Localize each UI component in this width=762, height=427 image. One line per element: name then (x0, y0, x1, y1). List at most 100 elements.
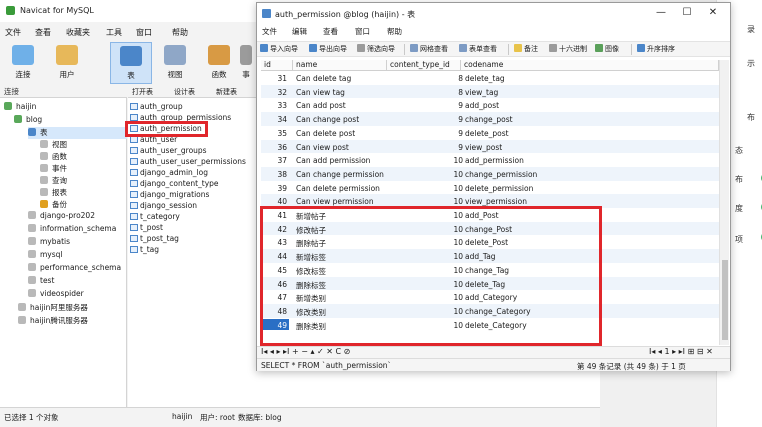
column-header-codename[interactable]: codename (461, 60, 719, 71)
cell-id[interactable]: 43 (261, 238, 289, 247)
table-row[interactable]: 32 Can view tag 8 view_tag (261, 84, 719, 99)
scrollbar-thumb[interactable] (722, 260, 728, 340)
cell-content-type-id[interactable]: 9 (391, 101, 463, 110)
new-table-button[interactable]: 新建表 (216, 87, 237, 97)
tree-item-events[interactable]: 事件 (40, 163, 67, 175)
cell-codename[interactable]: delete_Post (465, 238, 508, 247)
cell-content-type-id[interactable]: 10 (391, 293, 463, 302)
menu-file[interactable]: 文件 (262, 26, 277, 37)
table-item[interactable]: django_content_type (130, 179, 219, 190)
tree-db-videospider[interactable]: videospider (28, 289, 84, 301)
cell-name[interactable]: 删除类别 (296, 321, 326, 332)
export-wizard-button[interactable]: 导出向导 (309, 44, 347, 56)
tree-connection-haijin[interactable]: haijin (4, 102, 36, 114)
cell-content-type-id[interactable]: 10 (391, 197, 463, 206)
table-item[interactable]: django_session (130, 201, 197, 212)
table-row[interactable]: 45 修改标签 10 change_Tag (261, 263, 719, 277)
table-item[interactable]: t_post_tag (130, 234, 179, 245)
sort-ascending-button[interactable]: 升序排序 (637, 44, 675, 56)
table-row[interactable]: 46 删除标签 10 delete_Tag (261, 276, 719, 291)
cell-name[interactable]: 修改标签 (296, 266, 326, 277)
tree-item-views[interactable]: 视图 (40, 139, 67, 151)
cell-codename[interactable]: view_tag (465, 88, 498, 97)
cell-content-type-id[interactable]: 8 (391, 88, 463, 97)
vertical-scrollbar[interactable] (719, 60, 729, 345)
cell-name[interactable]: 删除标签 (296, 280, 326, 291)
tree-db-blog[interactable]: blog (14, 115, 42, 127)
tree-db-mybatis[interactable]: mybatis (28, 237, 70, 249)
tree-db-performance-schema[interactable]: performance_schema (28, 263, 121, 275)
cell-name[interactable]: Can delete tag (296, 74, 351, 83)
cell-content-type-id[interactable]: 10 (391, 225, 463, 234)
table-item[interactable]: django_migrations (130, 190, 209, 201)
tree-db-mysql[interactable]: mysql (28, 250, 63, 262)
cell-id[interactable]: 44 (261, 252, 289, 261)
cell-name[interactable]: Can change permission (296, 170, 384, 179)
memo-button[interactable]: 备注 (514, 44, 538, 56)
cell-content-type-id[interactable]: 8 (391, 74, 463, 83)
table-row[interactable]: 39 Can delete permission 10 delete_permissi… (261, 181, 719, 195)
table-row[interactable]: 31 Can delete tag 8 delete_tag (261, 71, 719, 85)
cell-name[interactable]: 新增类别 (296, 293, 326, 304)
cell-content-type-id[interactable]: 10 (391, 307, 463, 316)
cell-codename[interactable]: add_post (465, 101, 499, 110)
menu-view[interactable]: 查看 (35, 27, 51, 38)
cell-id[interactable]: 38 (261, 170, 289, 179)
menu-edit[interactable]: 编辑 (292, 26, 307, 37)
table-row[interactable]: 38 Can change permission 10 change_permissi… (261, 166, 719, 181)
table-item-selected[interactable]: auth_permission (130, 124, 202, 135)
cell-id[interactable]: 48 (261, 307, 289, 316)
cell-content-type-id[interactable]: 9 (391, 143, 463, 152)
cell-id[interactable]: 47 (261, 293, 289, 302)
record-nav-controls[interactable]: I◂ ◂ ▸ ▸I + − ▴ ✓ ✕ C ⊘ (261, 347, 350, 356)
connect-button[interactable]: 连接 (2, 42, 44, 84)
cell-content-type-id[interactable]: 10 (391, 266, 463, 275)
table-row[interactable]: 43 删除帖子 10 delete_Post (261, 235, 719, 249)
view-button[interactable]: 视图 (154, 42, 196, 84)
cell-content-type-id[interactable]: 10 (391, 170, 463, 179)
cell-id[interactable]: 42 (261, 225, 289, 234)
cell-id[interactable]: 40 (261, 197, 289, 206)
cell-content-type-id[interactable]: 10 (391, 184, 463, 193)
filter-wizard-button[interactable]: 筛选向导 (357, 44, 395, 56)
cell-id[interactable]: 35 (261, 129, 289, 138)
cell-codename[interactable]: add_Category (465, 293, 517, 302)
cell-name[interactable]: Can add post (296, 101, 346, 110)
table-item[interactable]: t_tag (130, 245, 159, 256)
cell-content-type-id[interactable]: 10 (391, 252, 463, 261)
tree-db-test[interactable]: test (28, 276, 54, 288)
tree-db-information-schema[interactable]: information_schema (28, 224, 116, 236)
menu-file[interactable]: 文件 (5, 27, 21, 38)
tree-item-backup[interactable]: 备份 (40, 199, 67, 211)
table-row[interactable]: 35 Can delete post 9 delete_post (261, 126, 719, 140)
function-button[interactable]: 函数 (198, 42, 240, 84)
cell-name[interactable]: Can delete post (296, 129, 355, 138)
table-row[interactable]: 37 Can add permission 10 add_permission (261, 153, 719, 167)
table-row[interactable]: 48 修改类别 10 change_Category (261, 303, 719, 318)
cell-id[interactable]: 37 (261, 156, 289, 165)
table-row[interactable]: 33 Can add post 9 add_post (261, 98, 719, 112)
cell-codename[interactable]: delete_permission (465, 184, 533, 193)
menu-view[interactable]: 查看 (323, 26, 338, 37)
table-row[interactable]: 42 修改帖子 10 change_Post (261, 221, 719, 236)
cell-content-type-id[interactable]: 10 (391, 321, 463, 330)
cell-name[interactable]: Can add permission (296, 156, 370, 165)
column-header-id[interactable]: id (261, 60, 293, 71)
close-button[interactable]: ✕ (701, 6, 725, 20)
menu-window[interactable]: 窗口 (355, 26, 370, 37)
table-row[interactable]: 40 Can view permission 10 view_permission (261, 194, 719, 208)
cell-codename[interactable]: view_post (465, 143, 502, 152)
cell-codename[interactable]: delete_Category (465, 321, 527, 330)
cell-codename[interactable]: delete_post (465, 129, 509, 138)
open-table-button[interactable]: 打开表 (132, 87, 153, 97)
tree-item-tables[interactable]: 表 (28, 127, 127, 139)
cell-name[interactable]: 新增帖子 (296, 211, 326, 222)
cell-id[interactable]: 32 (261, 88, 289, 97)
menu-window[interactable]: 窗口 (136, 27, 152, 38)
cell-name[interactable]: 修改帖子 (296, 225, 326, 236)
menu-tools[interactable]: 工具 (106, 27, 122, 38)
table-row[interactable]: 36 Can view post 9 view_post (261, 139, 719, 154)
minimize-button[interactable]: — (649, 6, 673, 20)
tree-item-functions[interactable]: 函数 (40, 151, 67, 163)
menu-help[interactable]: 帮助 (387, 26, 402, 37)
